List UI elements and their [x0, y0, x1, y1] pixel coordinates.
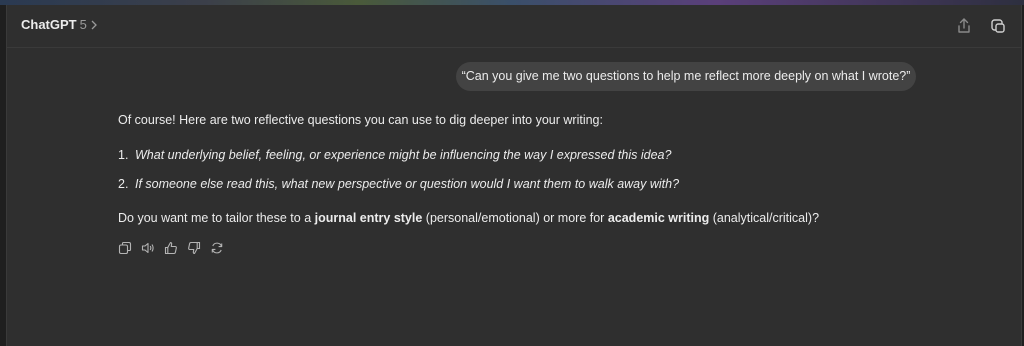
list-item-text: What underlying belief, feeling, or expe…: [135, 148, 672, 162]
model-version: 5: [79, 17, 87, 32]
followup-text: (personal/emotional) or more for: [422, 211, 608, 225]
user-message-bubble: “Can you give me two questions to help m…: [456, 62, 916, 91]
list-item: 2. If someone else read this, what new pe…: [118, 177, 679, 191]
list-item-number: 2.: [118, 177, 129, 191]
assistant-followup: Do you want me to tailor these to a jour…: [118, 211, 819, 225]
list-item-number: 1.: [118, 148, 129, 162]
message-actions: [118, 241, 224, 255]
chevron-right-icon: [90, 20, 98, 30]
list-item: 1. What underlying belief, feeling, or ex…: [118, 148, 671, 162]
model-name: ChatGPT: [21, 17, 77, 32]
list-item-text: If someone else read this, what new pers…: [135, 177, 680, 191]
copy-icon[interactable]: [118, 241, 132, 255]
new-chat-icon[interactable]: [989, 17, 1007, 35]
thumbs-down-icon[interactable]: [187, 241, 201, 255]
followup-text: Do you want me to tailor these to a: [118, 211, 315, 225]
model-selector[interactable]: ChatGPT 5: [21, 17, 98, 32]
assistant-intro: Of course! Here are two reflective quest…: [118, 113, 603, 127]
followup-text: (analytical/critical)?: [709, 211, 820, 225]
regenerate-icon[interactable]: [210, 241, 224, 255]
followup-bold-journal: journal entry style: [314, 211, 423, 225]
chat-window: ChatGPT 5 “Can you give me two questions…: [6, 5, 1022, 346]
chat-header: ChatGPT 5: [7, 5, 1021, 48]
share-icon[interactable]: [955, 17, 973, 35]
thumbs-up-icon[interactable]: [164, 241, 178, 255]
followup-bold-academic: academic writing: [607, 211, 710, 225]
read-aloud-icon[interactable]: [141, 241, 155, 255]
